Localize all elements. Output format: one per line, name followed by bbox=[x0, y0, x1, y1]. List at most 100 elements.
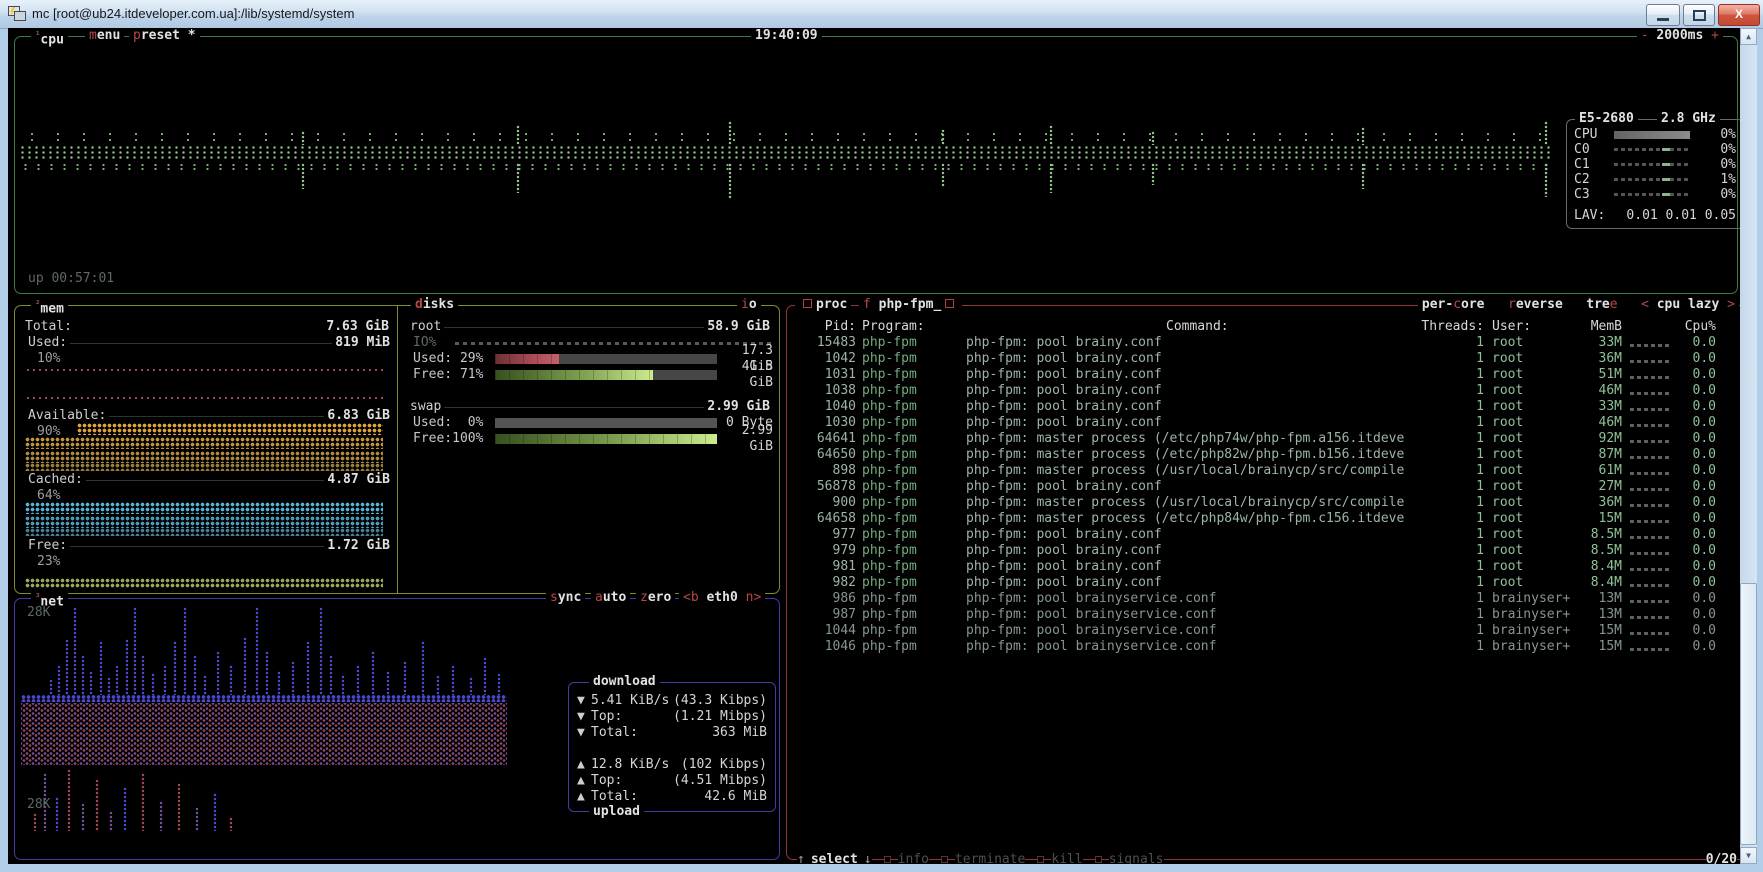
net-interface-switcher[interactable]: <b eth0 n> bbox=[679, 590, 765, 606]
kill-button[interactable]: kill bbox=[1051, 852, 1082, 864]
scroll-up-icon[interactable]: ▲ bbox=[1740, 28, 1757, 45]
sort-column-selector[interactable]: < cpu lazy > bbox=[1641, 297, 1735, 312]
net-zero-button[interactable]: zero bbox=[636, 590, 675, 606]
upload-arrow-icon: ▲ bbox=[577, 789, 591, 805]
graph-spike bbox=[123, 787, 127, 831]
process-row[interactable]: 1044php-fpmphp-fpm: pool brainyservice.c… bbox=[788, 623, 1740, 639]
process-row[interactable]: 982php-fpmphp-fpm: pool brainy.conf1root… bbox=[788, 575, 1740, 591]
net-stat-row: ▲12.8 KiB/s(102 Kibps) bbox=[569, 757, 775, 773]
interval-decrease-button[interactable]: - bbox=[1641, 28, 1649, 43]
search-key-icon[interactable]: f bbox=[863, 297, 871, 312]
search-clear-icon[interactable] bbox=[945, 299, 954, 308]
graph-spike bbox=[33, 813, 37, 831]
mem-used-graph2 bbox=[25, 396, 385, 400]
graph-spike bbox=[65, 639, 69, 695]
signals-button[interactable]: signals bbox=[1109, 852, 1164, 864]
tree-button[interactable]: tree bbox=[1586, 297, 1617, 312]
net-auto-button[interactable]: auto bbox=[591, 590, 630, 606]
mem-cached-graph bbox=[25, 528, 383, 536]
menu-button[interactable]: menu bbox=[85, 28, 124, 44]
process-row[interactable]: 898php-fpmphp-fpm: master process (/usr/… bbox=[788, 463, 1740, 479]
process-row[interactable]: 56878php-fpmphp-fpm: pool brainy.conf1ro… bbox=[788, 479, 1740, 495]
graph-spike bbox=[728, 163, 732, 199]
core-usage-graph bbox=[1614, 148, 1690, 151]
sort-prev-icon[interactable]: < bbox=[1641, 297, 1649, 312]
graph-spike bbox=[95, 779, 99, 831]
process-row[interactable]: 64641php-fpmphp-fpm: master process (/et… bbox=[788, 431, 1740, 447]
process-row[interactable]: 1046php-fpmphp-fpm: pool brainyservice.c… bbox=[788, 639, 1740, 655]
window-titlebar[interactable]: mc [root@ub24.itdeveloper.com.ua]:/lib/s… bbox=[0, 0, 1763, 29]
proc-search[interactable]: f php-fpm_ bbox=[859, 297, 962, 313]
window-scrollbar[interactable]: ▲ ▼ bbox=[1740, 28, 1757, 864]
mem-used-graph bbox=[25, 368, 385, 372]
graph-spike bbox=[203, 675, 207, 695]
process-row[interactable]: 1030php-fpmphp-fpm: pool brainy.conf1roo… bbox=[788, 415, 1740, 431]
process-row[interactable]: 981php-fpmphp-fpm: pool brainy.conf1root… bbox=[788, 559, 1740, 575]
graph-spike bbox=[403, 661, 407, 695]
net-sync-button[interactable]: sync bbox=[546, 590, 585, 606]
select-up-icon[interactable]: ↑ bbox=[797, 852, 805, 864]
graph-spike bbox=[1544, 121, 1548, 145]
process-row[interactable]: 979php-fpmphp-fpm: pool brainy.conf1root… bbox=[788, 543, 1740, 559]
process-cpu-graph bbox=[1630, 463, 1672, 479]
process-row[interactable]: 1038php-fpmphp-fpm: pool brainy.conf1roo… bbox=[788, 383, 1740, 399]
scroll-down-icon[interactable]: ▼ bbox=[1740, 847, 1757, 864]
process-cpu-graph bbox=[1630, 639, 1672, 655]
proc-collapse-icon[interactable] bbox=[803, 299, 812, 308]
proc-box: proc f php-fpm_ per-core reverse tree < … bbox=[786, 305, 1740, 860]
mem-free-row: Free:1.72 GiB bbox=[25, 538, 393, 554]
graph-spike bbox=[265, 651, 269, 695]
graph-spike bbox=[1151, 131, 1155, 145]
process-row[interactable]: 64650php-fpmphp-fpm: master process (/et… bbox=[788, 447, 1740, 463]
net-download-rows: ▼5.41 KiB/s(43.3 Kibps)▼Top:(1.21 Mibps)… bbox=[569, 683, 775, 741]
proc-footer: ↑ select ↓ info terminate kill signals 0… bbox=[797, 852, 1737, 864]
graph-spike bbox=[213, 793, 217, 831]
process-row[interactable]: 977php-fpmphp-fpm: pool brainy.conf1root… bbox=[788, 527, 1740, 543]
graph-spike bbox=[941, 163, 945, 187]
cpu-info-box: E5-2680 2.8 GHz CPU0%C00%C10%C21%C30% LA… bbox=[1566, 119, 1740, 229]
disk-root-free-row: Free: 71% 41.5 GiB bbox=[413, 367, 773, 383]
process-row[interactable]: 1031php-fpmphp-fpm: pool brainy.conf1roo… bbox=[788, 367, 1740, 383]
process-cpu-graph bbox=[1630, 335, 1672, 351]
process-row[interactable]: 900php-fpmphp-fpm: master process (/usr/… bbox=[788, 495, 1740, 511]
process-row[interactable]: 1040php-fpmphp-fpm: pool brainy.conf1roo… bbox=[788, 399, 1740, 415]
cpu-model: E5-2680 bbox=[1575, 111, 1638, 127]
io-mode-button[interactable]: io bbox=[737, 297, 761, 313]
terminate-button[interactable]: terminate bbox=[955, 852, 1025, 864]
mem-used-row: Used:819 MiB bbox=[25, 335, 393, 351]
graph-spike bbox=[483, 657, 487, 695]
mem-cached-graph bbox=[25, 516, 383, 528]
sort-next-icon[interactable]: > bbox=[1727, 297, 1735, 312]
graph-spike bbox=[125, 639, 129, 695]
process-row[interactable]: 64658php-fpmphp-fpm: master process (/et… bbox=[788, 511, 1740, 527]
graph-spike bbox=[115, 665, 119, 695]
graph-spike bbox=[386, 671, 390, 695]
app-window: mc [root@ub24.itdeveloper.com.ua]:/lib/s… bbox=[0, 0, 1763, 872]
graph-spike bbox=[941, 129, 945, 145]
preset-button[interactable]: preset * bbox=[129, 28, 200, 44]
graph-spike bbox=[89, 671, 93, 695]
maximize-button[interactable] bbox=[1683, 4, 1715, 26]
graph-spike bbox=[516, 125, 520, 145]
putty-icon bbox=[8, 6, 26, 22]
process-row[interactable]: 15483php-fpmphp-fpm: pool brainy.conf1ro… bbox=[788, 335, 1740, 351]
per-core-button[interactable]: per-core bbox=[1422, 297, 1485, 312]
reverse-button[interactable]: reverse bbox=[1508, 297, 1563, 312]
interval-increase-button[interactable]: + bbox=[1711, 28, 1719, 43]
info-button[interactable]: info bbox=[898, 852, 929, 864]
process-row[interactable]: 1042php-fpmphp-fpm: pool brainy.conf1roo… bbox=[788, 351, 1740, 367]
process-cpu-graph bbox=[1630, 607, 1672, 623]
scrollbar-thumb[interactable] bbox=[1740, 583, 1757, 845]
proc-box-title: proc bbox=[795, 297, 851, 313]
disk-root-used-meter bbox=[495, 354, 717, 364]
disk-root-row: root58.9 GiB bbox=[407, 319, 773, 335]
graph-spike bbox=[301, 131, 305, 145]
process-row[interactable]: 987php-fpmphp-fpm: pool brainyservice.co… bbox=[788, 607, 1740, 623]
minimize-button[interactable] bbox=[1646, 4, 1680, 26]
net-upload-spikes bbox=[15, 767, 275, 831]
process-row[interactable]: 986php-fpmphp-fpm: pool brainyservice.co… bbox=[788, 591, 1740, 607]
close-button[interactable]: X bbox=[1718, 4, 1760, 26]
graph-spike bbox=[516, 163, 520, 193]
graph-spike bbox=[141, 773, 145, 831]
select-down-icon[interactable]: ↓ bbox=[864, 852, 872, 864]
